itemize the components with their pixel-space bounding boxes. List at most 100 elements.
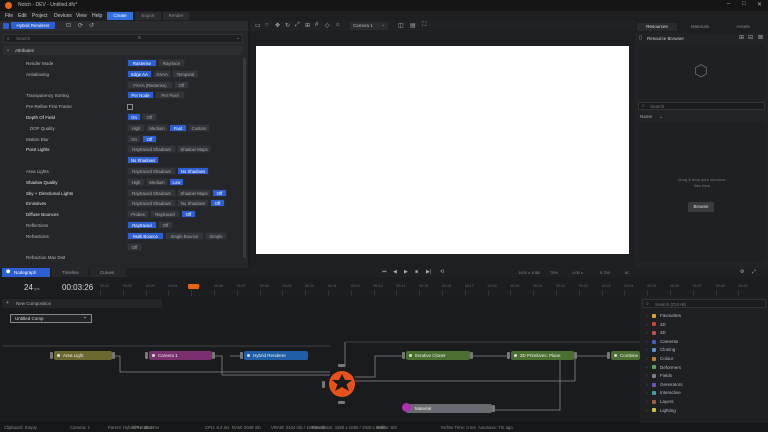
tab-export[interactable]: Export (135, 12, 161, 20)
library-item-lighting[interactable]: › Lighting (646, 407, 676, 415)
option-edge-aa[interactable]: Edge AA (127, 69, 152, 78)
close-icon[interactable]: ✕ (757, 1, 762, 8)
option-off[interactable]: Off (142, 113, 157, 121)
search-bar[interactable]: ⌕ Search ≡ ⌄ (3, 34, 243, 43)
option-low[interactable]: Low (169, 177, 184, 186)
library-item-cameras[interactable]: › Cameras (646, 338, 678, 346)
node-input-port[interactable] (402, 352, 405, 359)
library-item-favourites[interactable]: › Favourites (646, 312, 681, 320)
overlay-icon[interactable]: ▤ (410, 22, 416, 29)
option-raytraced-shadows[interactable]: Raytraced Shadows (127, 188, 176, 197)
library-item-colour[interactable]: › Colour (646, 355, 673, 363)
library-item-interactive[interactable]: › Interactive (646, 389, 681, 397)
option-ssaa[interactable]: SSAA (153, 69, 171, 78)
node-combine[interactable]: Combine (611, 351, 640, 360)
tab-materials[interactable]: Materials (680, 23, 720, 31)
view-mode-icon[interactable]: ◫ (398, 22, 404, 29)
option-custom[interactable]: Custom (188, 123, 210, 132)
option-single-bounce[interactable]: Single Bounce (165, 231, 204, 240)
attributes-section-header[interactable]: ⌄ Attributes (3, 46, 243, 55)
scrollbar[interactable] (243, 58, 246, 258)
node-input-port[interactable] (607, 352, 610, 359)
library-item-fields[interactable]: › Fields (646, 372, 672, 380)
option-no-shadows[interactable]: No Shadows (127, 156, 159, 165)
drop-zone[interactable]: Drag & drop your resource files here Bro… (638, 122, 765, 262)
node-output-port[interactable] (212, 352, 215, 359)
node-hybrid-renderer[interactable]: Hybrid Renderer (244, 351, 308, 360)
option-probes[interactable]: Probes (127, 210, 149, 219)
filter-icon[interactable]: ≡ (138, 35, 141, 41)
option-medium[interactable]: Medium (146, 177, 168, 186)
light-icon[interactable]: ☼ (335, 22, 341, 28)
option-fxaa-rasterise[interactable]: FXAA (Rasterise) (127, 80, 173, 89)
tab-curves[interactable]: Curves (90, 268, 126, 277)
name-column-header[interactable]: Name ⌄ (640, 114, 663, 120)
option-off[interactable]: Off (210, 199, 225, 208)
refresh-icon[interactable]: ⟳ (78, 22, 83, 29)
settings-icon[interactable]: ⚙ (740, 269, 744, 275)
move-tool-icon[interactable]: ✥ (275, 22, 280, 29)
maximize-icon[interactable]: □ (742, 1, 746, 7)
step-back-icon[interactable]: ◀ (393, 269, 397, 275)
tab-timeline[interactable]: Timeline (52, 268, 88, 277)
option-fast[interactable]: Fast (169, 123, 187, 132)
option-raytraced-shadows[interactable]: Raytraced Shadows (127, 199, 176, 208)
node-input-port[interactable] (145, 352, 148, 359)
option-off[interactable]: Off (174, 80, 189, 89)
node-area-light[interactable]: Area Light (54, 351, 112, 360)
option-high[interactable]: High (127, 123, 145, 132)
option-high[interactable]: High (127, 177, 145, 186)
option-off[interactable]: Off (181, 210, 196, 219)
node-input-port[interactable] (240, 352, 243, 359)
undo-icon[interactable]: ↺ (89, 22, 94, 29)
option-on[interactable]: On (127, 113, 141, 121)
folder-icon[interactable]: ⊟ (748, 34, 753, 41)
resource-search-input[interactable]: ⌕ Search (638, 102, 765, 110)
tab-create[interactable]: Create (107, 12, 133, 20)
library-item-generators[interactable]: › Generators (646, 381, 683, 389)
menu-project[interactable]: Project (32, 13, 48, 19)
tab-nodegraph[interactable]: ⬢ Nodegraph (2, 268, 50, 277)
loop-icon[interactable]: ⟲ (440, 269, 444, 275)
menu-edit[interactable]: Edit (18, 13, 27, 19)
menu-devices[interactable]: Devices (54, 13, 72, 19)
camera-selector[interactable]: Camera 1 ⌄ (350, 22, 388, 30)
root-input-port[interactable] (322, 381, 325, 388)
play-icon[interactable]: ▶ (404, 269, 408, 275)
node-input-port[interactable] (507, 352, 510, 359)
option-no-shadows[interactable]: No Shadows (177, 167, 209, 175)
option-shadow-maps[interactable]: Shadow Maps (177, 188, 211, 197)
node-output-port[interactable] (470, 352, 473, 359)
option-raytraced[interactable]: Raytraced (127, 221, 157, 229)
grid-icon[interactable]: # (315, 22, 318, 28)
node-selector[interactable]: Hybrid Renderer (11, 22, 55, 29)
minimize-icon[interactable]: – (727, 1, 730, 7)
root-top-port[interactable] (338, 364, 345, 367)
node-iterative-cloner[interactable]: Iterative Cloner (406, 351, 470, 360)
node-camera[interactable]: Camera 1 (149, 351, 212, 360)
close-panel-icon[interactable]: ⊠ (758, 34, 763, 41)
material-handle-icon[interactable] (402, 403, 411, 412)
expand-icon[interactable]: ⤢ (752, 269, 756, 275)
library-item-3d[interactable]: › 3D (646, 329, 666, 337)
stop-icon[interactable]: ■ (415, 269, 418, 275)
render-canvas[interactable] (256, 46, 629, 254)
option-raytraced-shadows[interactable]: Raytraced Shadows (127, 145, 176, 154)
node-output-port[interactable] (112, 352, 115, 359)
option-temporal[interactable]: Temporal (172, 69, 199, 78)
library-item-layers[interactable]: › Layers (646, 398, 674, 406)
option-no-shadows[interactable]: No Shadows (177, 199, 209, 208)
option-raytrace[interactable]: Raytrace (158, 59, 185, 67)
tab-render[interactable]: Render (163, 12, 189, 20)
library-item-2d[interactable]: › 2D (646, 321, 666, 329)
option-off[interactable]: Off (158, 221, 173, 229)
option-on[interactable]: On (127, 134, 141, 143)
root-node[interactable] (322, 364, 356, 404)
scale-tool-icon[interactable]: ⤢ (295, 22, 300, 29)
wireframe-icon[interactable]: ◇ (325, 22, 330, 29)
menu-help[interactable]: Help (92, 13, 102, 19)
option-per-node[interactable]: Per Node (127, 91, 154, 100)
timeline-ruler[interactable]: 24 fps 00:03:26 00:01 00:02 00:03 00:04 00:0… (0, 277, 768, 297)
add-resource-icon[interactable]: ⊞ (739, 34, 744, 41)
rewind-icon[interactable]: ⏮ (382, 269, 387, 275)
